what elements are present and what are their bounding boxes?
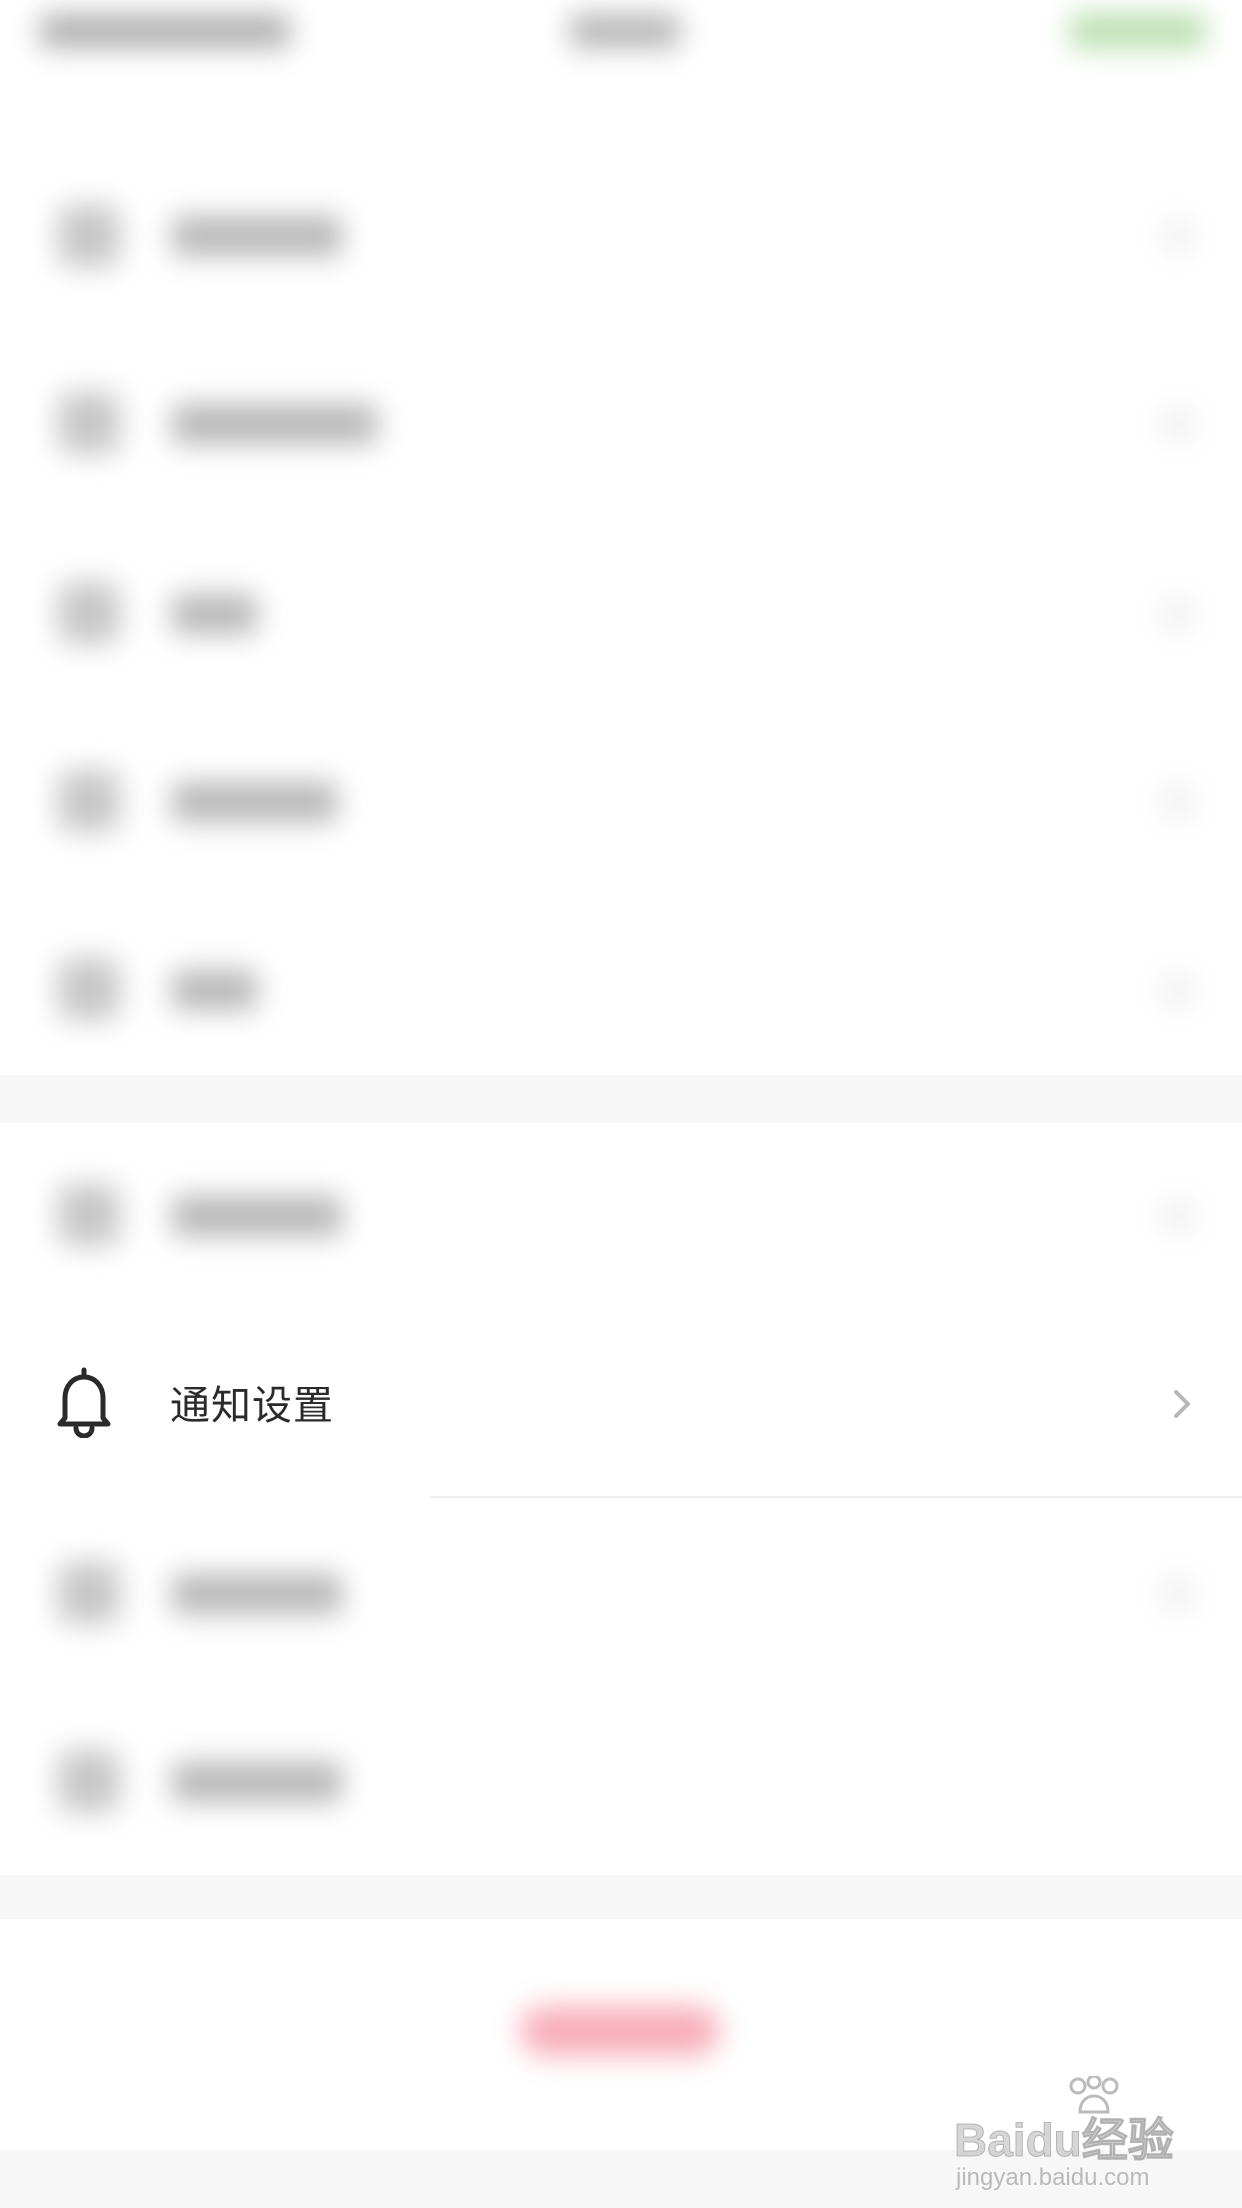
- blurred-back-title: [40, 14, 290, 48]
- blurred-row-icon: [58, 582, 120, 644]
- blurred-row-chevron: [1160, 218, 1196, 254]
- section-separator: [0, 1075, 1242, 1123]
- blurred-row-chevron: [1160, 406, 1196, 442]
- watermark-url: jingyan.baidu.com: [956, 2164, 1150, 2191]
- blurred-header-title: [570, 14, 680, 48]
- blurred-row-text: [172, 216, 342, 256]
- blurred-logout-button: [520, 2006, 720, 2056]
- blurred-row-text: [172, 1574, 342, 1614]
- chevron-right-icon: [1174, 1390, 1190, 1418]
- bell-icon: [57, 1367, 111, 1438]
- blurred-row-icon: [58, 1562, 120, 1624]
- row-divider: [430, 1496, 1242, 1498]
- section-separator: [0, 1875, 1242, 1919]
- blurred-row-icon: [58, 205, 120, 267]
- blurred-row-chevron: [1160, 784, 1196, 820]
- blurred-row-chevron: [1160, 1198, 1196, 1234]
- blurred-header-action: [1070, 14, 1205, 48]
- blurred-row-icon: [58, 958, 120, 1020]
- blurred-row-chevron: [1160, 1576, 1196, 1612]
- blurred-row-text: [172, 594, 257, 634]
- blurred-row-icon: [58, 1184, 120, 1246]
- blurred-row-icon: [58, 1750, 120, 1812]
- blurred-row-text: [172, 970, 257, 1010]
- blurred-row-text: [172, 1196, 342, 1236]
- notification-settings-label: 通知设置: [170, 1383, 334, 1429]
- settings-screen: 通知设置 Baidu经验 jingyan.baidu.com: [0, 0, 1242, 2208]
- blurred-row-text: [172, 782, 337, 822]
- blurred-row-text: [172, 1762, 342, 1802]
- blurred-row-chevron: [1160, 972, 1196, 1008]
- blurred-row-icon: [58, 392, 120, 454]
- blurred-row-text: [172, 404, 377, 444]
- baidu-jingyan-watermark: Baidu经验 jingyan.baidu.com: [948, 2074, 1208, 2194]
- blurred-row-icon: [58, 770, 120, 832]
- watermark-brand: Baidu经验: [954, 2114, 1175, 2167]
- blurred-row-chevron: [1160, 596, 1196, 632]
